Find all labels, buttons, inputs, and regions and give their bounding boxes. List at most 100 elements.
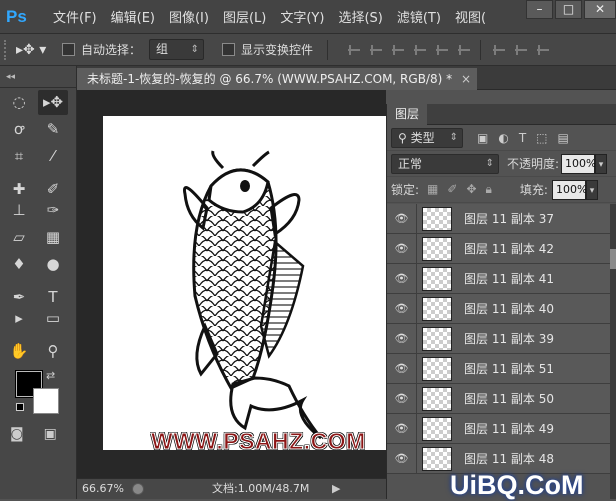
layer-row[interactable]: 👁︎ 图层 11 副本 41 [387, 263, 611, 294]
lock-image-icon[interactable]: ✐ [447, 182, 457, 197]
layer-row[interactable]: 👁︎ 图层 11 副本 40 [387, 293, 611, 324]
dodge-icon[interactable]: ● [38, 252, 68, 277]
crop-icon[interactable]: ⌗ [4, 144, 34, 169]
eye-icon[interactable]: 👁︎ [387, 413, 417, 444]
lock-position-icon[interactable]: ✥ [466, 182, 476, 197]
align-bottom-icon[interactable] [390, 41, 407, 58]
minimize-button[interactable]: – [526, 0, 553, 19]
adjustment-filter-icon[interactable]: ◐ [498, 131, 508, 145]
layers-tab[interactable]: 图层 [387, 104, 428, 125]
record-icon[interactable] [132, 483, 144, 495]
menu-view[interactable]: 视图( [450, 7, 495, 26]
gradient-icon[interactable]: ▦ [38, 225, 68, 250]
menu-type[interactable]: 文字(Y) [275, 7, 333, 26]
eye-icon[interactable]: 👁︎ [387, 353, 417, 384]
options-separator-2 [480, 39, 482, 60]
filter-kind-dropdown[interactable]: ⚲ 类型 [391, 127, 463, 148]
scrollbar-thumb[interactable] [610, 249, 616, 269]
lasso-icon[interactable]: ꝍ [4, 117, 34, 142]
blur-icon[interactable]: ♦ [4, 252, 34, 277]
document-canvas[interactable]: WWW.PSAHZ.COM [103, 116, 386, 455]
eye-icon[interactable]: 👁︎ [387, 443, 417, 474]
menu-filter[interactable]: 滤镜(T) [392, 7, 450, 26]
align-left-icon[interactable] [412, 41, 429, 58]
align-top-icon[interactable] [346, 41, 363, 58]
clone-stamp-icon[interactable]: ⊥ [4, 198, 34, 223]
layer-row[interactable]: 👁︎ 图层 11 副本 37 [387, 203, 611, 234]
layer-row[interactable]: 👁︎ 图层 11 副本 50 [387, 383, 611, 414]
eye-icon[interactable]: 👁︎ [387, 233, 417, 264]
marquee-icon[interactable]: ◌ [4, 90, 34, 115]
status-menu-arrow-icon[interactable]: ▶ [332, 479, 340, 499]
menu-layer[interactable]: 图层(L) [218, 7, 275, 26]
align-right-icon[interactable] [456, 41, 473, 58]
type-filter-icon[interactable]: T [519, 131, 526, 145]
menu-image[interactable]: 图像(I) [164, 7, 218, 26]
background-color[interactable] [33, 388, 59, 414]
shape-icon[interactable]: ▭ [38, 306, 68, 331]
fill-arrow-icon[interactable]: ▾ [585, 179, 598, 200]
quick-select-icon[interactable]: ✎ [38, 117, 68, 142]
auto-select-checkbox[interactable] [62, 43, 75, 56]
layer-row[interactable]: 👁︎ 图层 11 副本 49 [387, 413, 611, 444]
tools-panel-grip[interactable]: ◂◂ [0, 66, 76, 88]
close-tab-icon[interactable]: × [461, 68, 471, 90]
distribute-top-icon[interactable] [491, 41, 508, 58]
eye-icon[interactable]: 👁︎ [387, 263, 417, 294]
layer-row[interactable]: 👁︎ 图层 11 副本 42 [387, 233, 611, 264]
align-center-icon[interactable] [434, 41, 451, 58]
default-colors-icon[interactable] [16, 403, 24, 411]
koi-fish-drawing [182, 150, 323, 440]
options-grip[interactable] [4, 39, 8, 60]
lock-transparent-icon[interactable]: ▦ [427, 182, 438, 197]
layer-row[interactable]: 👁︎ 图层 11 副本 51 [387, 353, 611, 384]
pixel-filter-icon[interactable]: ▣ [477, 131, 488, 145]
opacity-field[interactable]: 100% [561, 153, 597, 174]
eyedropper-icon[interactable]: ⁄ [38, 144, 68, 169]
distribute-middle-icon[interactable] [513, 41, 530, 58]
tools-grid: ◌ ▸✥ ꝍ ✎ ⌗ ⁄ ✚ ✐ ⊥ ✑ ▱ ▦ ♦ ● ✒ T ▸ ▭ ✋ ⚲ [0, 88, 76, 362]
eye-icon[interactable]: 👁︎ [387, 293, 417, 324]
zoom-icon[interactable]: ⚲ [38, 339, 68, 364]
zoom-level[interactable]: 66.67% [82, 479, 124, 499]
align-middle-icon[interactable] [368, 41, 385, 58]
shape-filter-icon[interactable]: ⬚ [536, 131, 547, 145]
menu-select[interactable]: 选择(S) [333, 7, 391, 26]
opacity-label: 不透明度: [507, 157, 560, 171]
layers-scrollbar[interactable] [610, 204, 616, 499]
show-transform-checkbox[interactable] [222, 43, 236, 56]
hand-icon[interactable]: ✋ [4, 339, 34, 364]
auto-select-dropdown[interactable]: 组 [149, 39, 205, 60]
close-button[interactable]: ✕ [584, 0, 616, 19]
move-tool-icon[interactable]: ▸✥ [38, 90, 68, 115]
layer-name: 图层 11 副本 39 [464, 332, 554, 346]
layer-name: 图层 11 副本 50 [464, 392, 554, 406]
lock-all-icon[interactable]: 🔒︎ [486, 182, 492, 197]
eye-icon[interactable]: 👁︎ [387, 203, 417, 234]
move-icon[interactable]: ▸✥ ▾ [16, 39, 52, 61]
maximize-button[interactable]: □ [555, 0, 582, 19]
screen-mode-icon[interactable]: ▣ [44, 426, 57, 442]
eye-icon[interactable]: 👁︎ [387, 323, 417, 354]
options-separator [327, 39, 329, 60]
eye-icon[interactable]: 👁︎ [387, 383, 417, 414]
site-watermark: UiBQ.CoM [450, 470, 584, 500]
canvas-area[interactable]: WWW.PSAHZ.COM [77, 90, 386, 478]
path-select-icon[interactable]: ▸ [4, 306, 34, 331]
smart-object-filter-icon[interactable]: ▤ [558, 131, 569, 145]
eraser-icon[interactable]: ▱ [4, 225, 34, 250]
history-brush-icon[interactable]: ✑ [38, 198, 68, 223]
layers-panel-header: 图层 [387, 104, 616, 125]
blend-mode-dropdown[interactable]: 正常 [391, 153, 499, 174]
menu-edit[interactable]: 编辑(E) [106, 7, 164, 26]
layer-thumbnail [422, 386, 452, 411]
quick-mask-icon[interactable]: ◙ [10, 426, 24, 442]
menu-file[interactable]: 文件(F) [48, 7, 106, 26]
document-tab[interactable]: 未标题-1-恢复的-恢复的 @ 66.7% (WWW.PSAHZ.COM, RG… [77, 68, 477, 90]
fill-field[interactable]: 100% [551, 179, 587, 200]
swap-colors-icon[interactable]: ⇄ [46, 369, 55, 382]
distribute-bottom-icon[interactable] [535, 41, 552, 58]
layer-row[interactable]: 👁︎ 图层 11 副本 39 [387, 323, 611, 354]
opacity-arrow-icon[interactable]: ▾ [595, 153, 608, 174]
photoshop-logo: Ps [6, 6, 27, 26]
